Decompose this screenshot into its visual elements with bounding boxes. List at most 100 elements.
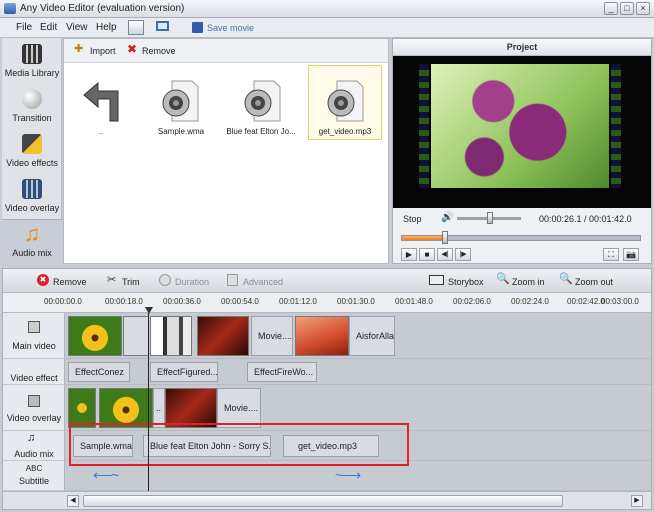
file-label: Sample.wma (157, 127, 205, 136)
sidebar-item-transition[interactable]: Transition (2, 85, 62, 130)
track-header-main-video: Main video (3, 313, 65, 359)
duration-icon (159, 274, 171, 286)
timeline-scrollbar[interactable]: ◀ ▶ (3, 491, 651, 509)
overlay-clip[interactable]: .. (153, 388, 165, 428)
sidebar-item-label: Video overlay (4, 203, 60, 213)
import-button[interactable]: Import (90, 46, 116, 56)
video-thumbnail[interactable] (123, 316, 149, 356)
video-clip[interactable]: AisforAlla... (349, 316, 395, 356)
wavy-arrow-left-icon: ⟵~ (93, 467, 119, 483)
filmstrip-right (611, 64, 621, 188)
video-thumbnail[interactable] (68, 316, 122, 356)
playhead-line[interactable] (148, 313, 149, 491)
window-title: Any Video Editor (evaluation version) (20, 3, 185, 14)
file-label: Blue feat Elton Jo... (226, 127, 296, 136)
scrollbar-thumb[interactable] (83, 495, 563, 507)
stop-button[interactable]: ■ (419, 248, 435, 261)
save-movie-button[interactable]: Save movie (207, 23, 254, 33)
browser-toolbar: ✚ Import ✖ Remove (64, 39, 388, 63)
next-frame-button[interactable]: |▶ (455, 248, 471, 261)
timeline-remove-button[interactable]: Remove (53, 277, 87, 287)
file-label: .. (98, 127, 104, 136)
ruler-tick: 00:00:36.0 (163, 297, 201, 306)
remove-button[interactable]: Remove (142, 46, 176, 56)
remove-icon: ✖ (37, 274, 49, 286)
minimize-button[interactable]: _ (604, 2, 618, 15)
video-thumbnail[interactable] (197, 316, 249, 356)
scroll-left-button[interactable]: ◀ (67, 495, 79, 507)
maximize-button[interactable]: □ (620, 2, 634, 15)
track-label: Subtitle (18, 476, 50, 486)
close-button[interactable]: × (636, 2, 650, 15)
video-thumbnail[interactable] (295, 316, 349, 356)
zoom-in-button[interactable]: Zoom in (512, 277, 545, 287)
track-header-subtitle: ABC Subtitle (3, 461, 65, 491)
snapshot-camera-icon[interactable]: 📷 (623, 248, 639, 261)
track-main-video[interactable]: Movie.... AisforAlla... (65, 313, 651, 359)
transition-icon (22, 89, 42, 109)
sidebar-item-media-library[interactable]: Media Library (2, 40, 62, 85)
scroll-right-button[interactable]: ▶ (631, 495, 643, 507)
zoom-out-icon: 🔍 (559, 273, 573, 285)
trim-button[interactable]: Trim (122, 277, 140, 287)
audio-file-icon[interactable] (158, 77, 202, 125)
video-thumbnail[interactable] (150, 316, 192, 356)
subtitle-abc-icon: ABC (25, 464, 43, 473)
volume-icon[interactable]: 🔊 (441, 212, 453, 223)
ruler-tick: 00:00:54.0 (221, 297, 259, 306)
volume-slider-thumb[interactable] (487, 212, 493, 224)
play-button[interactable]: ▶ (401, 248, 417, 261)
app-icon (4, 3, 16, 14)
previous-frame-button[interactable]: ◀| (437, 248, 453, 261)
track-video-effect[interactable]: EffectConez EffectFigured... EffectFireW… (65, 359, 651, 385)
effect-clip[interactable]: EffectConez (68, 362, 130, 382)
overlay-clip[interactable]: Movie.... (217, 388, 261, 428)
import-icon: ✚ (74, 43, 84, 55)
ruler-tick: 00:01:48.0 (395, 297, 433, 306)
music-note-icon: ♫ (23, 221, 41, 246)
menu-view[interactable]: View (66, 22, 88, 33)
preview-frame (431, 64, 609, 188)
remove-icon: ✖ (127, 42, 138, 56)
storybox-button[interactable]: Storybox (448, 277, 484, 287)
ruler-tick: 00:02:42.0 (567, 297, 605, 306)
sidebar-item-label: Video effects (6, 158, 58, 168)
monitor-icon[interactable] (156, 21, 169, 31)
capture-screen-icon[interactable] (128, 20, 144, 35)
sidebar-item-audio-mix[interactable]: ♫ Audio mix (2, 219, 62, 264)
duration-button[interactable]: Duration (175, 277, 209, 287)
sidebar-item-video-overlay[interactable]: Video overlay (2, 175, 62, 220)
folder-up-icon[interactable] (80, 77, 124, 125)
save-icon[interactable] (192, 22, 203, 33)
video-clip[interactable]: Movie.... (251, 316, 293, 356)
overlay-thumbnail[interactable] (165, 388, 217, 428)
timeline-ruler[interactable]: 00:00:00.0 00:00:18.0 00:00:36.0 00:00:5… (3, 293, 651, 313)
effect-clip[interactable]: EffectFireWo... (247, 362, 317, 382)
sidebar-item-label: Audio mix (12, 248, 52, 258)
stop-label: Stop (403, 214, 422, 224)
fullscreen-button[interactable]: ⛶ (603, 248, 619, 261)
effect-clip[interactable]: EffectFigured... (150, 362, 218, 382)
seek-bar-thumb[interactable] (441, 231, 448, 244)
ruler-tick: 00:01:12.0 (279, 297, 317, 306)
menu-edit[interactable]: Edit (40, 22, 57, 33)
track-label: Video effect (10, 373, 58, 383)
zoom-in-icon: 🔍 (496, 273, 510, 285)
file-label: get_video.mp3 (318, 127, 372, 136)
audio-file-icon[interactable] (240, 77, 284, 125)
overlay-icon (28, 395, 40, 407)
overlay-thumbnail[interactable] (68, 388, 96, 428)
audio-file-icon[interactable] (323, 77, 367, 125)
video-effects-icon (22, 134, 42, 154)
main-video-icon (28, 321, 40, 333)
overlay-thumbnail[interactable] (99, 388, 153, 428)
menu-file[interactable]: File (16, 22, 32, 33)
film-icon (22, 44, 42, 64)
sidebar-item-video-effects[interactable]: Video effects (2, 130, 62, 175)
menu-help[interactable]: Help (96, 22, 117, 33)
track-header-video-effect: Video effect (3, 359, 65, 385)
advanced-button[interactable]: Advanced (243, 277, 283, 287)
ruler-tick: 00:02:24.0 (511, 297, 549, 306)
zoom-out-button[interactable]: Zoom out (575, 277, 613, 287)
trim-icon: ✂ (107, 274, 117, 286)
